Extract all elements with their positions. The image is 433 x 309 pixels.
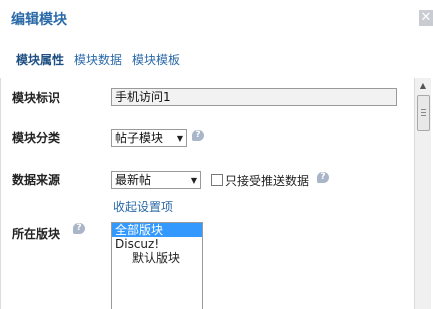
- scroll-thumb[interactable]: [417, 95, 430, 131]
- thumb-grip-line: [421, 115, 426, 116]
- tab-module-data[interactable]: 模块数据: [74, 51, 122, 67]
- help-bubble-icon[interactable]: ?: [73, 223, 85, 234]
- board-option-discuz[interactable]: Discuz!: [112, 237, 202, 251]
- help-bubble-icon[interactable]: ?: [317, 172, 329, 183]
- chevron-down-icon: ▼: [190, 176, 197, 185]
- scroll-up-arrow-icon[interactable]: ▲: [415, 78, 431, 94]
- help-bubble-icon[interactable]: ?: [192, 130, 204, 141]
- module-id-label: 模块标识: [12, 91, 61, 105]
- data-source-label: 数据来源: [12, 173, 61, 187]
- board-label: 所在版块: [12, 227, 61, 241]
- close-icon[interactable]: ✕: [419, 10, 433, 26]
- board-option-default[interactable]: 默认版块: [112, 251, 202, 265]
- board-listbox[interactable]: 全部版块 Discuz! 默认版块: [111, 222, 203, 309]
- collapse-settings-link[interactable]: 收起设置项: [113, 198, 173, 215]
- dialog-title: 编辑模块: [11, 12, 67, 28]
- data-source-value: 最新帖: [115, 173, 152, 187]
- form-content: 模块标识 手机访问1 模块分类 帖子模块 ▼ ? 数据来源 最新帖 ▼ 只接受推…: [0, 78, 414, 309]
- tab-bar: 模块属性 模块数据 模块模板: [16, 51, 180, 67]
- dialog-title-bar: 编辑模块 ✕: [0, 0, 433, 38]
- edit-module-dialog: 编辑模块 ✕ 模块属性 模块数据 模块模板 模块标识 手机访问1 模块分类 帖子…: [0, 0, 433, 309]
- push-only-checkbox[interactable]: [211, 174, 223, 186]
- tab-module-template[interactable]: 模块模板: [132, 51, 180, 67]
- thumb-grip-line: [421, 109, 426, 110]
- module-category-select[interactable]: 帖子模块 ▼: [111, 129, 187, 147]
- thumb-grip-line: [421, 112, 426, 113]
- module-category-value: 帖子模块: [115, 131, 164, 145]
- push-only-label: 只接受推送数据: [225, 174, 310, 188]
- chevron-down-icon: ▼: [176, 134, 183, 143]
- data-source-select[interactable]: 最新帖 ▼: [111, 171, 201, 189]
- tab-module-properties[interactable]: 模块属性: [16, 51, 64, 67]
- module-category-label: 模块分类: [12, 131, 61, 145]
- vertical-scrollbar[interactable]: ▲: [414, 78, 431, 309]
- board-option-all[interactable]: 全部版块: [112, 223, 202, 237]
- module-id-input[interactable]: 手机访问1: [111, 88, 397, 106]
